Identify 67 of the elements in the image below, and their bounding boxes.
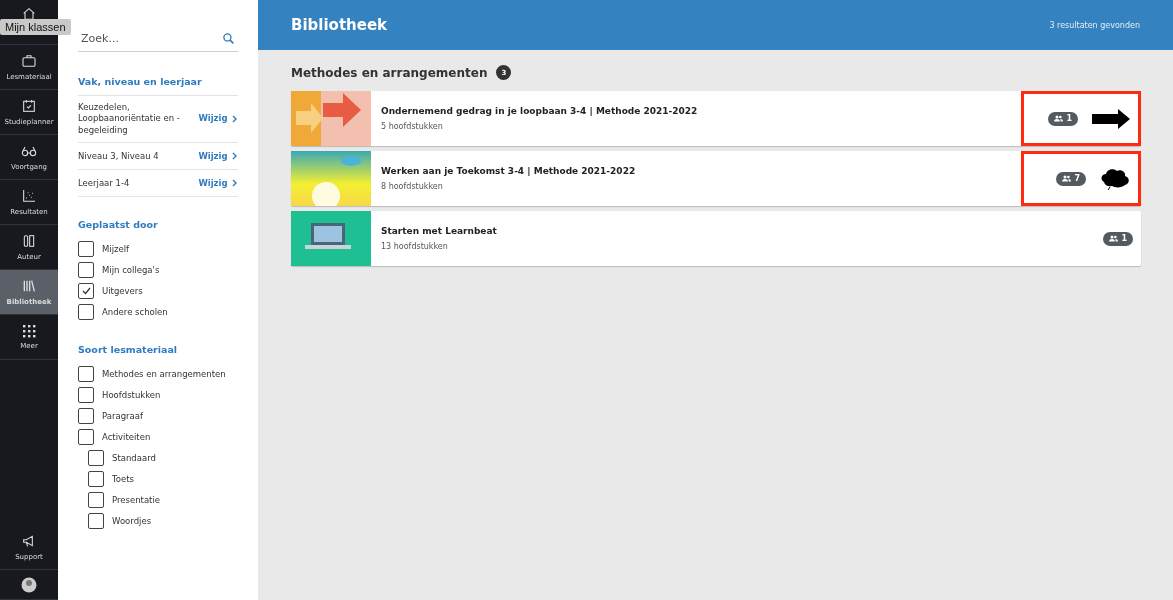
calendar-check-icon (21, 98, 37, 114)
checkbox-label: Activiteiten (102, 431, 151, 442)
checkbox-label: Methodes en arrangementen (102, 368, 226, 379)
section-heading: Geplaatst door (78, 219, 159, 233)
section-heading: Soort lesmateriaal (78, 344, 179, 358)
checkbox-label: Hoofdstukken (102, 389, 161, 400)
check-icon (81, 286, 91, 295)
group-count-badge: 7 (1056, 171, 1086, 186)
filter-value: Keuzedelen, Loopbaanoriëntatie en - begeleiding (78, 102, 181, 137)
checkbox[interactable] (88, 449, 104, 466)
group-icon (1062, 175, 1072, 182)
method-card[interactable]: Starten met Learnbeat 13 hoofdstukken 1 (291, 211, 1141, 266)
checkbox[interactable] (88, 491, 104, 508)
checkbox[interactable] (78, 240, 94, 257)
method-card[interactable]: Werken aan je Toekomst 3-4 | Methode 2021-2022 8 hoofdstukken 7 (291, 151, 1141, 206)
chapter-count: 8 hoofdstukken (381, 182, 444, 191)
tooltip: Mijn klassen (0, 19, 71, 35)
chapter-count: 5 hoofdstukken (381, 122, 444, 131)
group-icon (1109, 235, 1119, 242)
chapter-count: 13 hoofdstukken (381, 242, 449, 251)
group-count-badge: 1 (1048, 111, 1078, 126)
avatar-icon (21, 576, 37, 593)
edit-link[interactable]: Wijzig (198, 150, 228, 163)
checkbox[interactable] (78, 261, 94, 278)
chevron-right-icon (232, 179, 238, 188)
section-heading: Vak, niveau en leerjaar (78, 76, 238, 96)
checkbox[interactable] (78, 386, 94, 403)
filter-value: Niveau 3, Niveau 4 (78, 150, 160, 163)
page-title: Bibliotheek (291, 16, 388, 34)
edit-link[interactable]: Wijzig (198, 177, 228, 190)
checkbox-label: Presentatie (112, 494, 161, 505)
group-count-badge: 1 (1103, 231, 1133, 246)
cloud-logo (1100, 167, 1130, 190)
method-card[interactable]: Ondernemend gedrag in je loopbaan 3-4 | Methode 2021-2022 5 hoofdstukken 1 (291, 91, 1141, 146)
results-count: 3 resultaten gevonden (1049, 20, 1140, 30)
checkbox-label: Toets (112, 473, 134, 484)
group-icon (1054, 115, 1064, 122)
home-icon (21, 6, 37, 22)
edit-link[interactable]: Wijzig (198, 113, 228, 125)
section-heading: Methodes en arrangementen (291, 65, 488, 80)
arrow-logo (1092, 108, 1130, 129)
checkbox[interactable] (88, 512, 104, 529)
checkbox-label: Uitgevers (102, 285, 143, 296)
checkbox[interactable] (88, 470, 104, 487)
checkbox[interactable] (78, 428, 94, 445)
checkbox-label: Woordjes (112, 515, 152, 526)
checkbox-label: Standaard (112, 452, 156, 463)
checkbox[interactable] (78, 365, 94, 382)
books-icon (21, 278, 37, 294)
filter-value: Leerjaar 1-4 (78, 177, 131, 190)
checkbox-label: Mijzelf (102, 243, 130, 254)
method-title: Starten met Learnbeat (381, 226, 498, 236)
checkbox[interactable] (78, 407, 94, 424)
grid-icon (22, 324, 36, 338)
search-icon (222, 32, 235, 45)
method-title: Ondernemend gedrag in je loopbaan 3-4 | Methode 2021-2022 (381, 106, 699, 116)
checkbox[interactable] (78, 282, 94, 299)
checkbox-label: Mijn collega's (102, 264, 160, 275)
briefcase-icon (21, 53, 37, 69)
checkbox-label: Andere scholen (102, 306, 168, 317)
chevron-right-icon (232, 115, 238, 124)
checkbox-label: Paragraaf (102, 410, 143, 421)
search-field[interactable]: Zoek... (78, 28, 238, 52)
method-title: Werken aan je Toekomst 3-4 | Methode 2021-2022 (381, 166, 637, 176)
scatter-chart-icon (21, 188, 37, 204)
checkbox[interactable] (78, 303, 94, 320)
chevron-right-icon (232, 152, 238, 161)
